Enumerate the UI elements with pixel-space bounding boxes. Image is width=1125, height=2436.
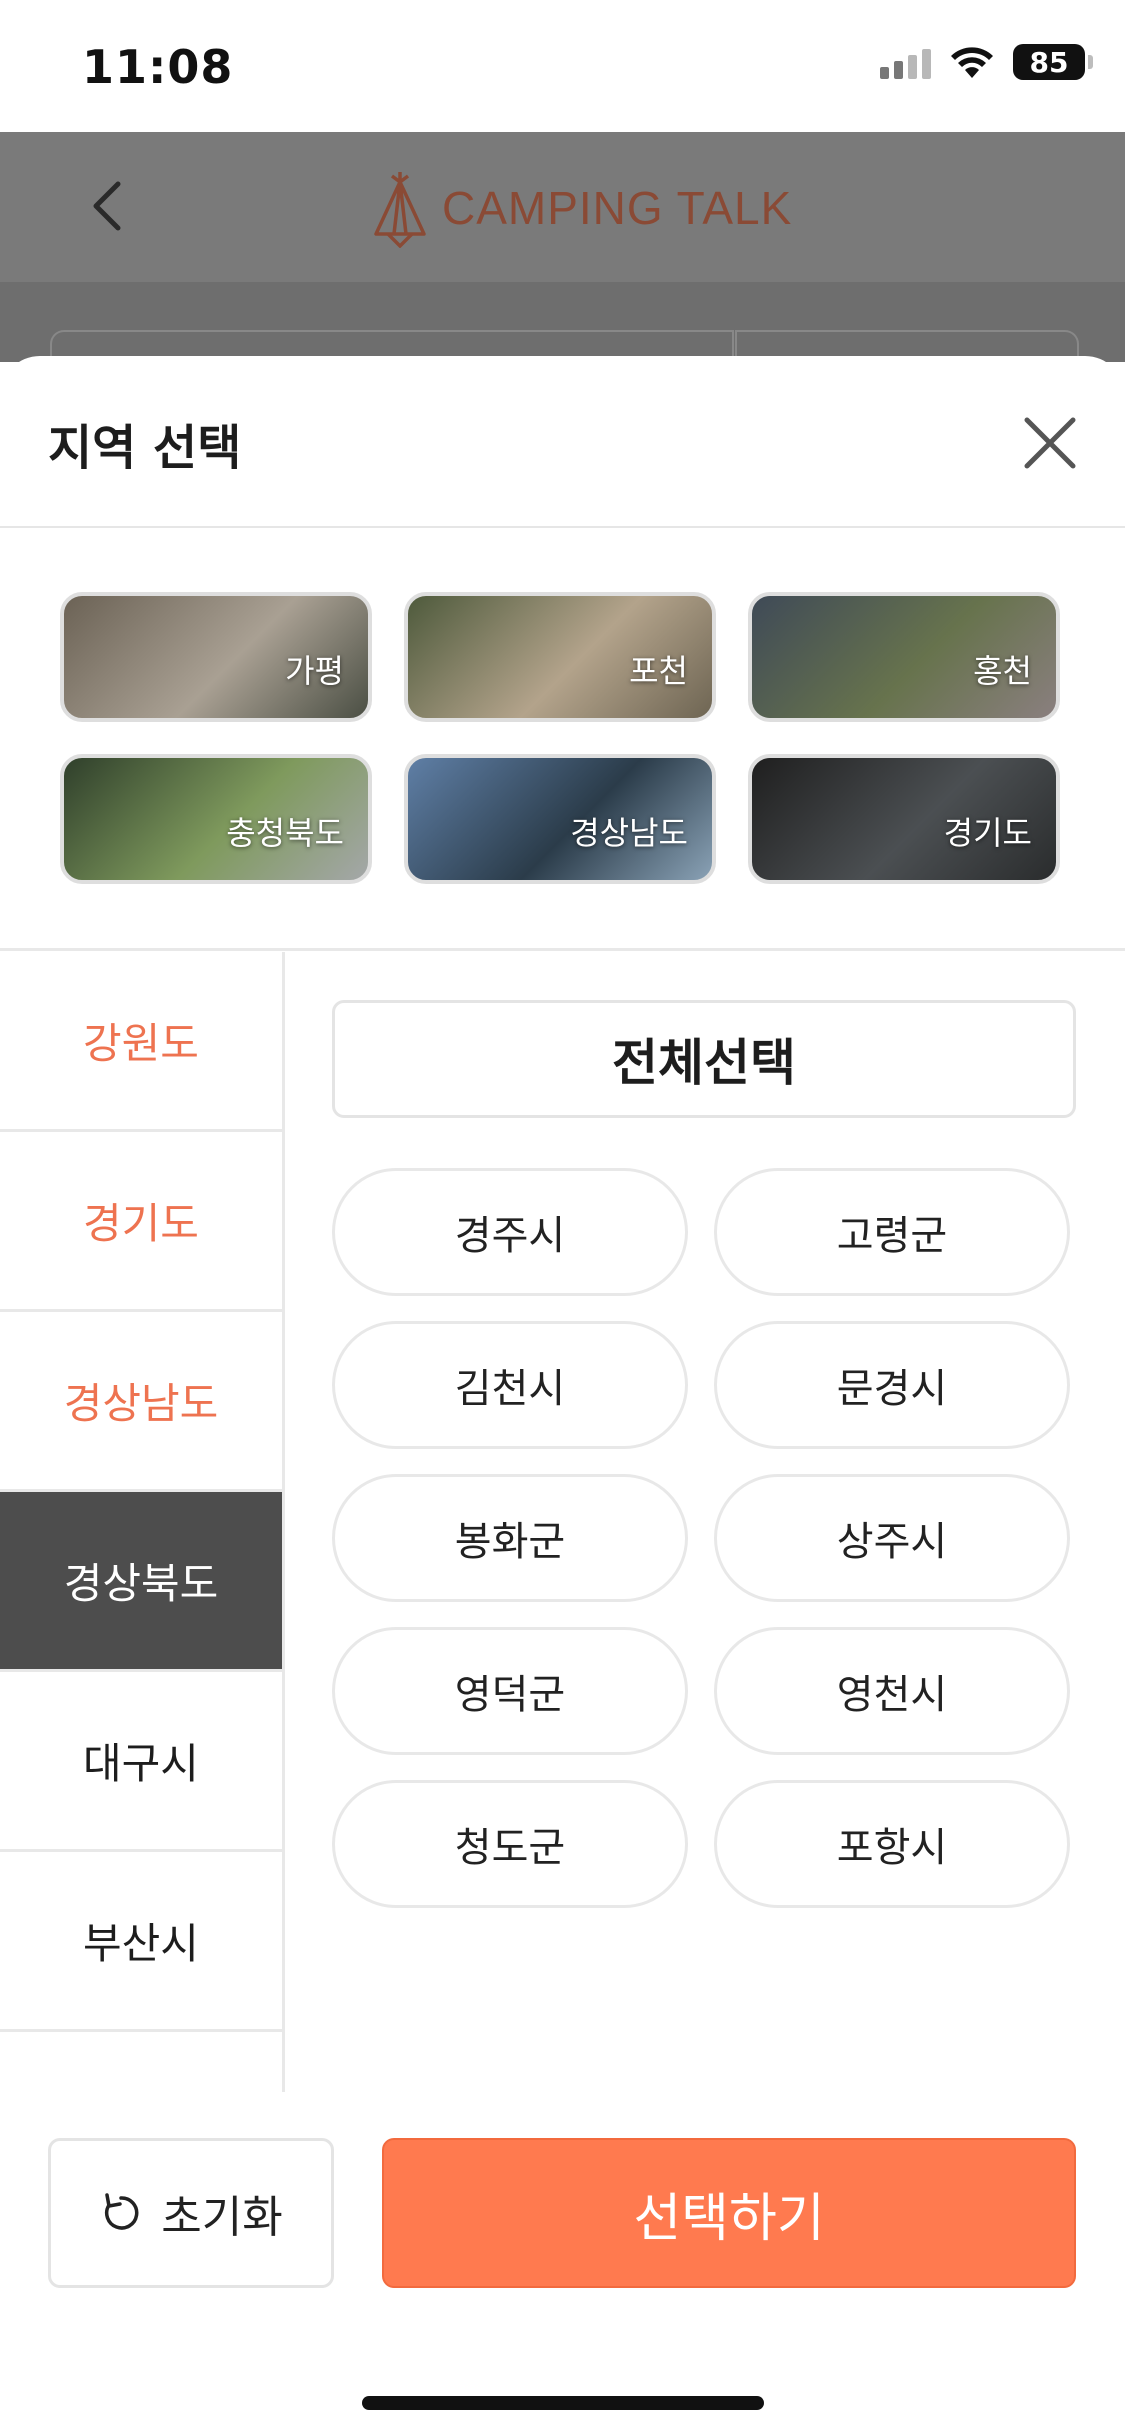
province-list: 강원도 경기도 경상남도 경상북도 대구시 부산시 (0, 952, 285, 2092)
home-indicator (362, 2396, 764, 2410)
area-tile[interactable]: 가평 (60, 592, 372, 722)
province-label: 경기도 (83, 1199, 199, 1248)
wifi-icon (951, 47, 993, 78)
province-label: 부산시 (83, 1919, 199, 1968)
sheet-title: 지역 선택 (48, 420, 242, 476)
area-tile-label: 포천 (629, 652, 688, 690)
area-tile-label: 경기도 (943, 814, 1032, 852)
province-item[interactable]: 경상남도 (0, 1312, 282, 1492)
area-tile[interactable]: 경상남도 (404, 754, 716, 884)
province-item[interactable]: 대구시 (0, 1672, 282, 1852)
region-lists: 강원도 경기도 경상남도 경상북도 대구시 부산시 전체선택 경주시 고령군 김… (0, 952, 1125, 2092)
province-label: 경상북도 (63, 1559, 219, 1608)
status-icons: 85 (880, 44, 1093, 80)
city-chip[interactable]: 청도군 (332, 1780, 688, 1908)
cellular-signal-icon (880, 45, 931, 79)
province-label: 대구시 (83, 1739, 199, 1788)
province-item[interactable]: 경상북도 (0, 1492, 282, 1672)
popular-areas: 가평 포천 홍천 충청북도 경상남도 경기도 (0, 528, 1125, 951)
close-icon[interactable] (1015, 408, 1085, 478)
submit-button[interactable]: 선택하기 (382, 2138, 1076, 2288)
app-logo-text: CAMPING TALK (442, 182, 793, 234)
sheet-header: 지역 선택 (0, 356, 1125, 528)
back-icon[interactable] (80, 176, 140, 236)
province-item[interactable]: 강원도 (0, 952, 282, 1132)
city-chip[interactable]: 영천시 (714, 1627, 1070, 1755)
tent-logo-icon (374, 172, 426, 248)
area-tile[interactable]: 경기도 (748, 754, 1060, 884)
app-header: CAMPING TALK (0, 132, 1125, 282)
status-time: 11:08 (82, 40, 234, 94)
province-item[interactable]: 경기도 (0, 1132, 282, 1312)
select-all-button[interactable]: 전체선택 (332, 1000, 1076, 1118)
city-chip[interactable]: 포항시 (714, 1780, 1070, 1908)
province-label: 강원도 (83, 1019, 199, 1068)
area-tile-label: 경상남도 (570, 814, 688, 852)
province-item[interactable]: 부산시 (0, 1852, 282, 2032)
app-logo: CAMPING TALK (370, 168, 792, 248)
city-chip[interactable]: 봉화군 (332, 1474, 688, 1602)
area-tile-label: 가평 (285, 652, 344, 690)
city-chip[interactable]: 상주시 (714, 1474, 1070, 1602)
area-tile[interactable]: 충청북도 (60, 754, 372, 884)
refresh-icon (105, 2193, 139, 2230)
city-chip[interactable]: 영덕군 (332, 1627, 688, 1755)
status-bar: 11:08 85 (0, 0, 1125, 132)
area-tile[interactable]: 포천 (404, 592, 716, 722)
reset-label: 초기화 (161, 2192, 283, 2243)
city-chip[interactable]: 문경시 (714, 1321, 1070, 1449)
city-chip[interactable]: 경주시 (332, 1168, 688, 1296)
battery-icon: 85 (1013, 44, 1093, 80)
city-chip[interactable]: 김천시 (332, 1321, 688, 1449)
city-chip[interactable]: 고령군 (714, 1168, 1070, 1296)
area-tile[interactable]: 홍천 (748, 592, 1060, 722)
reset-button[interactable]: 초기화 (48, 2138, 334, 2288)
area-tile-label: 충청북도 (226, 814, 344, 852)
area-tile-label: 홍천 (973, 652, 1032, 690)
province-label: 경상남도 (63, 1379, 219, 1428)
